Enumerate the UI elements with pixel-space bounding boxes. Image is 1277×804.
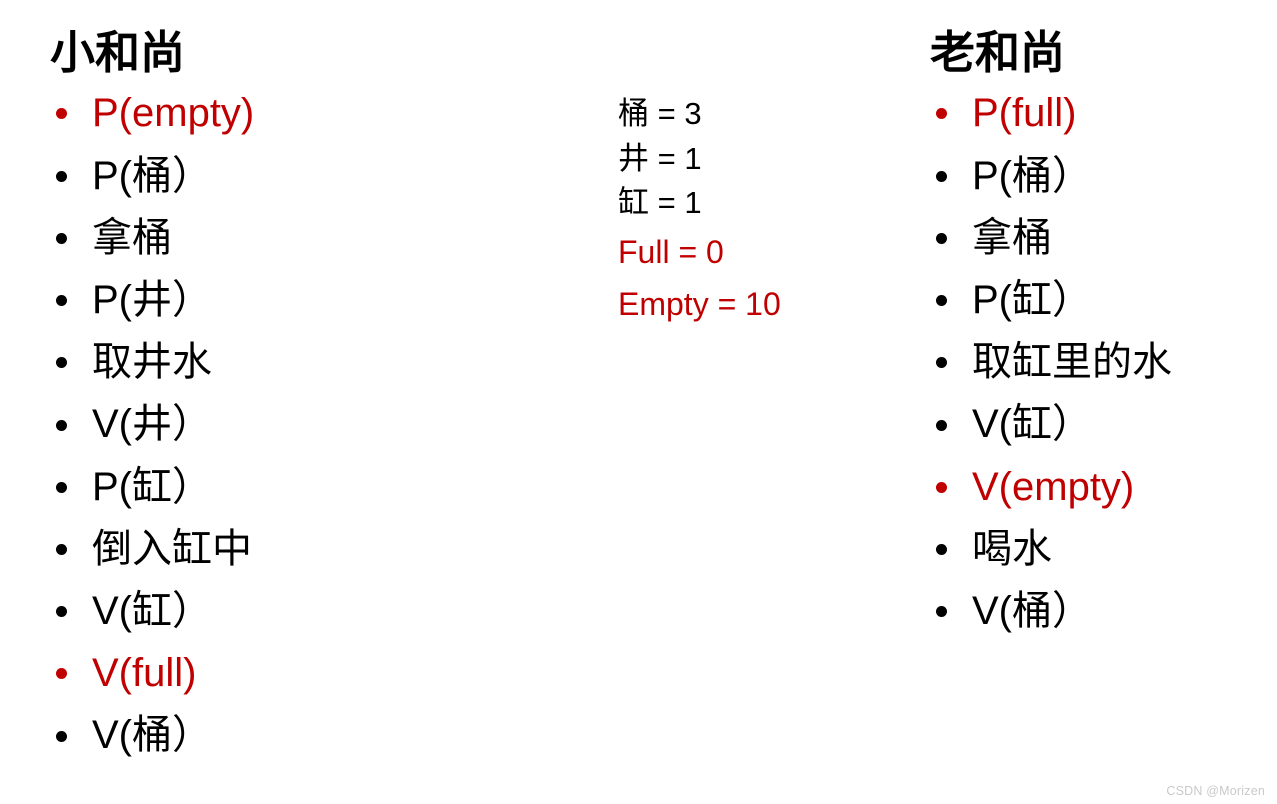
- right-column-title: 老和尚: [930, 27, 1066, 78]
- left-column-list: P(empty) P(桶） 拿桶 P(井） 取井水 V(井） P(缸） 倒入缸中 V(缸） V(f…: [50, 82, 570, 766]
- middle-column: 桶 = 3 井 = 1 缸 = 1 Full = 0 Empty = 10: [618, 0, 908, 330]
- list-item: V(empty): [930, 456, 1270, 518]
- list-item: 取缸里的水: [930, 331, 1270, 393]
- left-column: 小和尚 P(empty) P(桶） 拿桶 P(井） 取井水 V(井） P(缸） 倒入缸中 V(缸…: [50, 0, 570, 767]
- list-item: 拿桶: [930, 207, 1270, 269]
- left-column-title: 小和尚: [50, 27, 186, 78]
- list-item: 取井水: [50, 331, 570, 393]
- list-item: V(桶）: [50, 704, 570, 766]
- right-column: 老和尚 P(full) P(桶） 拿桶 P(缸） 取缸里的水 V(缸） V(empty) 喝水…: [930, 0, 1270, 642]
- list-item: V(桶）: [930, 580, 1270, 642]
- list-item: P(桶）: [50, 145, 570, 207]
- list-item: P(桶）: [930, 145, 1270, 207]
- list-item: P(缸）: [50, 456, 570, 518]
- list-item: P(full): [930, 82, 1270, 144]
- list-item: P(缸）: [930, 269, 1270, 331]
- list-item: V(井）: [50, 393, 570, 455]
- right-column-list: P(full) P(桶） 拿桶 P(缸） 取缸里的水 V(缸） V(empty) 喝水 V(桶）: [930, 82, 1270, 642]
- list-item: V(缸）: [50, 580, 570, 642]
- list-item: V(缸）: [930, 393, 1270, 455]
- list-item: 喝水: [930, 518, 1270, 580]
- list-item: P(empty): [50, 82, 570, 144]
- list-item: 倒入缸中: [50, 518, 570, 580]
- variable-item: Full = 0: [618, 233, 724, 270]
- list-item: V(full): [50, 642, 570, 704]
- variable-item: 桶 = 3: [618, 96, 702, 131]
- list-item: P(井）: [50, 269, 570, 331]
- watermark: CSDN @Morizen: [1166, 784, 1265, 798]
- variable-item: Empty = 10: [618, 285, 781, 322]
- slide-canvas: 小和尚 P(empty) P(桶） 拿桶 P(井） 取井水 V(井） P(缸） 倒入缸中 V(缸…: [0, 0, 1277, 804]
- variable-list: 桶 = 3 井 = 1 缸 = 1 Full = 0 Empty = 10: [618, 0, 908, 330]
- variable-item: 井 = 1: [618, 140, 702, 176]
- variable-item: 缸 = 1: [618, 185, 702, 220]
- list-item: 拿桶: [50, 207, 570, 269]
